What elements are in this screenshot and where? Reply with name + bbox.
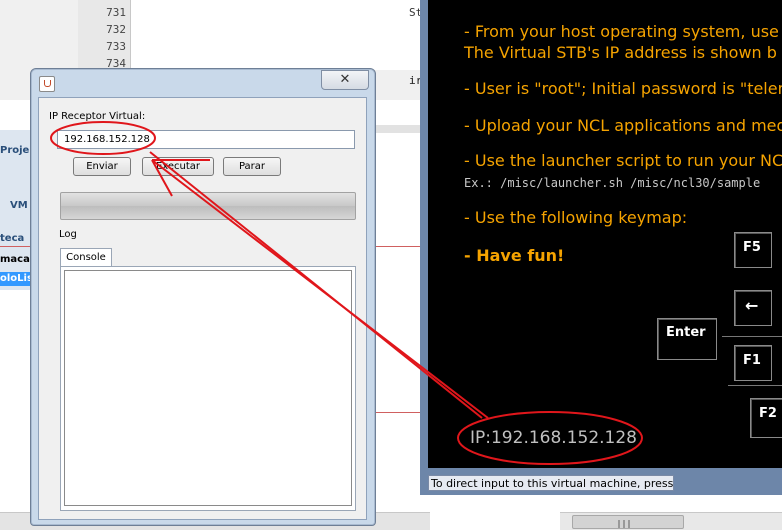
java-icon [39,76,55,92]
tab-console[interactable]: Console [60,248,112,267]
vm-ip-address: IP:192.168.152.128 [470,428,637,448]
keymap-divider [728,385,782,386]
vm-tab[interactable]: VM [10,200,28,211]
console-output[interactable] [64,270,352,506]
line-number: 731 [106,6,126,19]
vm-screen[interactable]: - From your host operating system, use S… [428,0,782,468]
vm-status-bar: To direct input to this virtual machine,… [428,475,674,491]
line-number: 732 [106,23,126,36]
vm-text-line: - Have fun! [464,246,565,265]
key-backspace: ← [734,290,772,326]
projects-tab[interactable]: Proje [0,145,29,156]
ip-input[interactable] [57,130,355,149]
vm-text-line: - From your host operating system, use S [464,22,782,41]
log-label: Log [59,229,77,240]
tree-item-selected[interactable]: oloList [0,272,38,286]
vm-text-line: - Use the launcher script to run your NC… [464,151,782,170]
divider [0,246,34,247]
console-panel [60,266,356,511]
divider [372,246,422,247]
ip-label: IP Receptor Virtual: [49,111,146,122]
key-f5: F5 [734,232,772,268]
send-button[interactable]: Enviar [73,157,131,176]
stop-button[interactable]: Parar [223,157,281,176]
divider [372,412,422,413]
dialog-titlebar[interactable]: ✕ [31,69,375,95]
line-number: 733 [106,40,126,53]
vm-text-line: - Upload your NCL applications and medi [464,116,782,135]
close-button[interactable]: ✕ [321,70,369,90]
progress-bar [60,192,356,220]
key-enter: Enter [657,318,717,360]
dialog-content: IP Receptor Virtual: Enviar Executar Par… [38,97,367,520]
vm-text-line: - Use the following keymap: [464,208,688,227]
line-number-gutter: 731 732 733 734 [78,0,131,70]
horizontal-scrollbar[interactable] [560,512,782,530]
receptor-dialog: ✕ IP Receptor Virtual: Enviar Executar P… [30,68,376,526]
vm-text-line: The Virtual STB's IP address is shown b [464,43,777,62]
section-header: teca [0,232,34,246]
key-f1: F1 [734,345,772,381]
scrollbar-thumb[interactable] [572,515,684,529]
execute-button[interactable]: Executar [142,157,214,176]
code-editor[interactable]: St ir [131,0,431,87]
keymap-divider [722,336,782,337]
vm-text-line: - User is "root"; Initial password is "t… [464,79,782,98]
vm-example: Ex.: /misc/launcher.sh /misc/ncl30/sampl… [464,176,761,190]
tree-item[interactable]: maca [0,254,30,265]
panel-header [375,125,422,133]
key-f2: F2 [750,398,782,438]
